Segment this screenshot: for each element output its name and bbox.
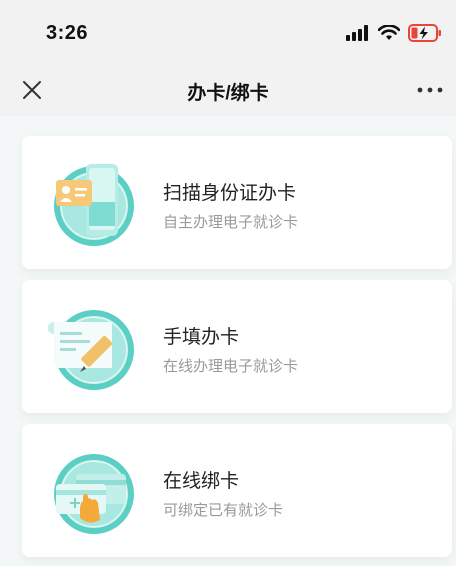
page-title: 办卡/绑卡 xyxy=(187,83,269,104)
option-subtitle: 可绑定已有就诊卡 xyxy=(163,502,284,519)
option-title: 扫描身份证办卡 xyxy=(163,183,297,204)
option-card-bind-card[interactable]: 在线绑卡 可绑定已有就诊卡 xyxy=(22,424,452,557)
option-subtitle: 自主办理电子就诊卡 xyxy=(163,214,299,231)
fill-form-icon xyxy=(48,310,134,390)
options-list: 扫描身份证办卡 自主办理电子就诊卡 手填办卡 在线办理电子就诊卡 在线绑卡 可绑… xyxy=(0,116,456,566)
id-card-scan-icon xyxy=(54,164,134,246)
status-time: 3:26 xyxy=(46,22,89,44)
wifi-icon xyxy=(378,25,400,40)
option-title: 手填办卡 xyxy=(163,327,240,348)
option-title: 在线绑卡 xyxy=(163,471,240,492)
signal-icon xyxy=(346,25,368,41)
status-bar: 3:26 xyxy=(0,0,456,64)
more-icon[interactable] xyxy=(416,82,444,98)
battery-charging-icon xyxy=(408,24,441,42)
nav-bar: 办卡/绑卡 xyxy=(0,64,456,116)
status-icons xyxy=(346,24,442,42)
option-card-fill-form[interactable]: 手填办卡 在线办理电子就诊卡 xyxy=(22,280,452,413)
option-subtitle: 在线办理电子就诊卡 xyxy=(163,358,299,375)
bind-card-icon xyxy=(54,454,134,534)
option-card-scan-id[interactable]: 扫描身份证办卡 自主办理电子就诊卡 xyxy=(22,136,452,269)
